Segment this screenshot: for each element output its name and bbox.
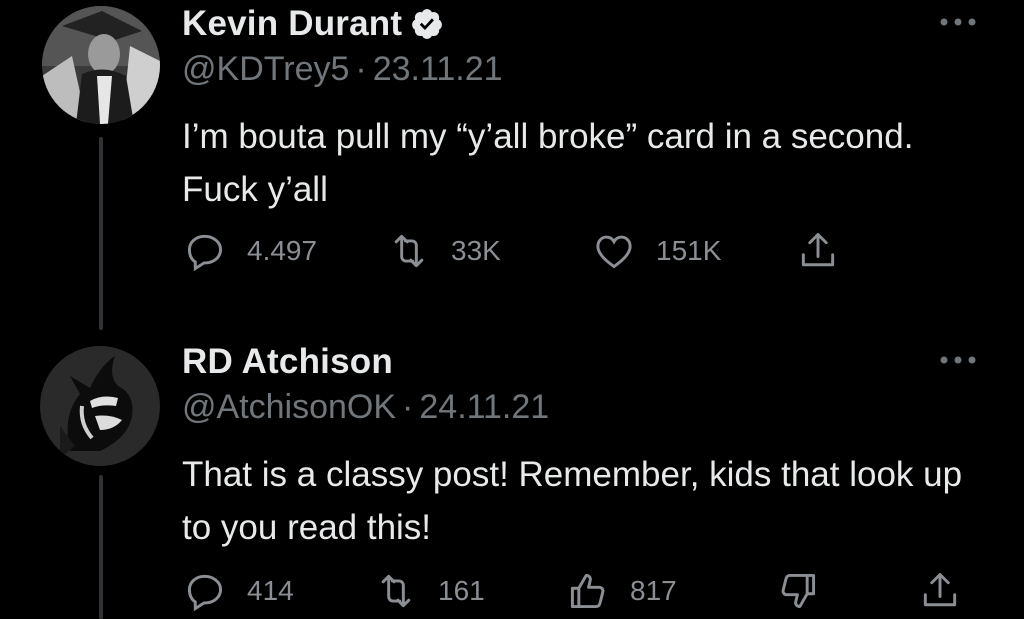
avatar[interactable] — [42, 6, 160, 124]
name-row: RD Atchison — [182, 340, 393, 384]
tweet-rd-atchison[interactable]: RD Atchison @AtchisonOK · 24.11.21 That is… — [0, 338, 1024, 619]
tweet-date[interactable]: 23.11.21 — [373, 50, 503, 88]
avatar[interactable] — [40, 346, 160, 466]
tweet-date[interactable]: 24.11.21 — [419, 388, 549, 426]
tweet-text: That is a classy post! Remember, kids th… — [182, 455, 963, 547]
share-icon — [801, 233, 835, 267]
retweet-count: 161 — [438, 575, 485, 606]
upvote-button[interactable]: 817 — [566, 566, 677, 616]
tweet-kevin-durant[interactable]: Kevin Durant @KDTrey5 · 23.11.21 I’m bouta… — [0, 0, 1024, 330]
downvote-button[interactable] — [776, 566, 820, 616]
share-button[interactable] — [796, 226, 840, 276]
reply-button[interactable]: 4.497 — [183, 226, 317, 276]
reply-count: 4.497 — [247, 235, 318, 266]
like-count: 151K — [656, 235, 722, 266]
more-icon[interactable] — [938, 354, 978, 366]
thumbs-up-icon — [570, 573, 605, 609]
tweet-text: I’m bouta pull my “y’all broke” card in … — [182, 117, 914, 209]
thumbs-down-icon — [781, 573, 816, 609]
retweet-count: 33K — [451, 235, 501, 266]
upvote-count: 817 — [630, 575, 677, 606]
separator-dot: · — [402, 388, 414, 426]
display-name[interactable]: RD Atchison — [182, 342, 393, 382]
action-bar: 414 161 817 — [0, 566, 1024, 616]
retweet-button[interactable]: 161 — [374, 566, 485, 616]
reply-icon — [187, 574, 223, 612]
display-name[interactable]: Kevin Durant — [182, 4, 402, 44]
heart-icon — [596, 235, 632, 269]
verified-badge-icon — [412, 9, 443, 39]
separator-dot: · — [355, 50, 367, 88]
share-button[interactable] — [918, 566, 962, 616]
retweet-icon — [394, 234, 424, 268]
reply-count: 414 — [247, 575, 294, 606]
reply-button[interactable]: 414 — [183, 566, 294, 616]
action-bar: 4.497 33K 151K — [0, 226, 1024, 276]
handle[interactable]: @AtchisonOK — [182, 388, 396, 426]
handle-row: @KDTrey5 · 23.11.21 — [182, 50, 503, 89]
like-button[interactable]: 151K — [592, 226, 721, 276]
name-row: Kevin Durant — [182, 2, 444, 46]
handle[interactable]: @KDTrey5 — [182, 50, 349, 88]
handle-row: @AtchisonOK · 24.11.21 — [182, 388, 549, 427]
reply-icon — [187, 234, 223, 272]
share-icon — [923, 573, 957, 607]
retweet-icon — [381, 574, 411, 608]
more-icon[interactable] — [938, 16, 978, 28]
retweet-button[interactable]: 33K — [387, 226, 501, 276]
